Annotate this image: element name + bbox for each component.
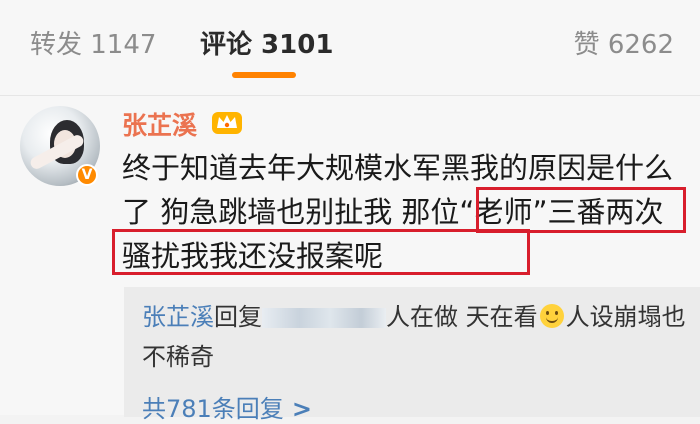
reply-text: 张芷溪回复 人在做 天在看 人设崩塌也不稀奇 <box>142 297 687 377</box>
reply-word: 回复 <box>214 303 262 331</box>
active-tab-indicator <box>232 72 296 78</box>
comment-username[interactable]: 张芷溪 <box>122 106 197 142</box>
reply-count-label: 共781条回复 <box>142 395 284 423</box>
reply-author[interactable]: 张芷溪 <box>142 303 214 331</box>
crown-icon <box>212 112 242 134</box>
tab-reposts[interactable]: 转发 1147 <box>30 24 156 61</box>
smile-icon <box>539 304 564 328</box>
tab-bar: 转发 1147 评论 3101 赞 6262 <box>0 0 700 96</box>
reply-text-a: 人在做 天在看 <box>386 303 538 331</box>
blurred-username <box>262 308 386 328</box>
reply-count-link[interactable]: 共781条回复 > <box>142 389 312 424</box>
verified-v-icon: V <box>76 164 98 186</box>
comment-item: V 张芷溪 终于知道去年大规模水军黑我的原因是什么了 狗急跳墙也别扯我 那位“老… <box>0 96 700 423</box>
chevron-right-icon: > <box>291 395 312 423</box>
comment-text: 终于知道去年大规模水军黑我的原因是什么了 狗急跳墙也别扯我 那位“老师”三番两次… <box>122 151 674 273</box>
tab-comments[interactable]: 评论 3101 <box>200 24 333 61</box>
tab-likes[interactable]: 赞 6262 <box>574 24 674 61</box>
reply-box: 张芷溪回复 人在做 天在看 人设崩塌也不稀奇 共781条回复 > <box>124 287 700 423</box>
